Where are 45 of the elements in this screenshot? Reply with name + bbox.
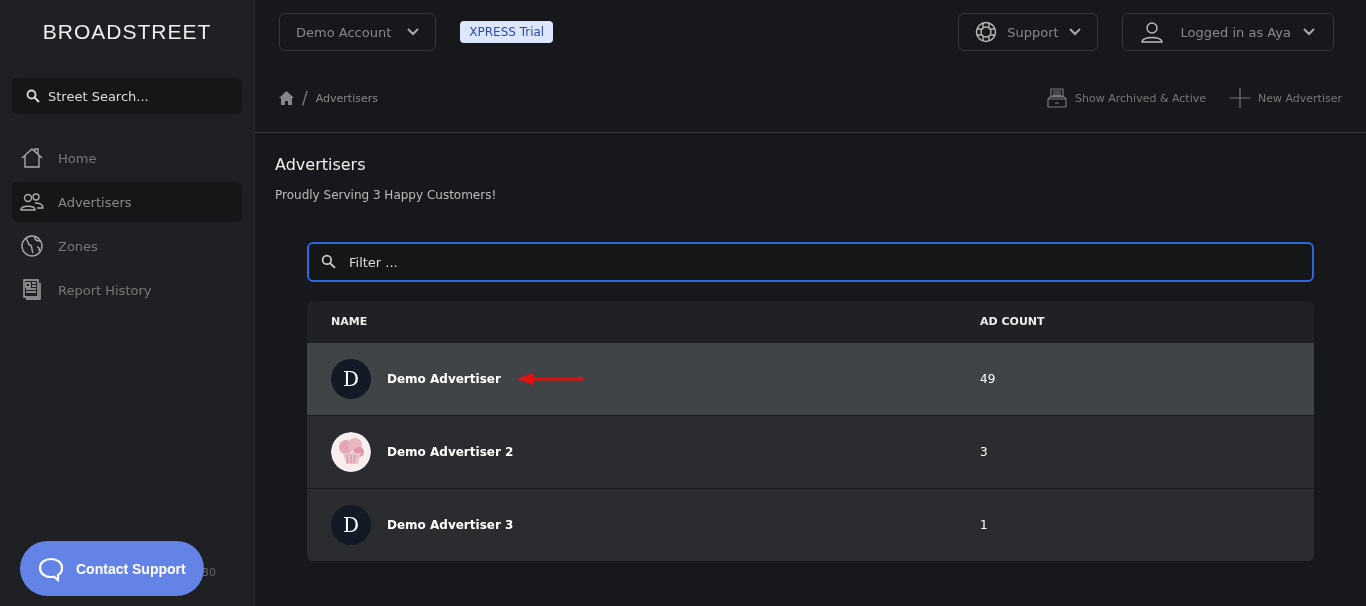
column-header: NAME xyxy=(330,315,369,328)
chevron-down-icon xyxy=(1068,28,1081,36)
archive-tray-icon xyxy=(1047,88,1068,108)
home-icon[interactable] xyxy=(279,91,294,105)
people-icon xyxy=(20,190,44,214)
advertiser-name[interactable]: Demo Advertiser 3 xyxy=(387,518,514,532)
new-advertiser-button[interactable]: New Advertiser xyxy=(1230,88,1342,108)
chevron-down-icon xyxy=(407,28,420,36)
sidebar-item[interactable]: Advertisers xyxy=(12,182,242,222)
avatar: D xyxy=(331,505,371,545)
chevron-down-icon xyxy=(1303,28,1315,36)
table-cell: 3 xyxy=(980,445,988,459)
support-dropdown[interactable]: Support xyxy=(958,13,1098,51)
table-cell: 1 xyxy=(980,518,988,532)
user-dropdown[interactable]: Logged in as Aya xyxy=(1121,13,1334,51)
breadcrumb-link[interactable]: Advertisers xyxy=(315,91,378,105)
sidebar-item[interactable]: Home xyxy=(12,138,242,178)
newspaper-icon xyxy=(20,278,44,302)
page-subtitle: Proudly Serving 3 Happy Customers! xyxy=(275,188,498,202)
page-title: Advertisers xyxy=(275,155,367,174)
show-archived-button[interactable]: Show Archived & Active xyxy=(1047,88,1206,108)
table-row[interactable]: D Demo Advertiser 3 1 xyxy=(307,488,1314,561)
search-field[interactable]: Street Search... xyxy=(12,78,242,114)
table-row[interactable]: D Demo Advertiser 49 xyxy=(307,342,1314,415)
chat-bubble-icon xyxy=(38,555,64,582)
column-header: AD COUNT xyxy=(980,315,1045,328)
version-text: 30 xyxy=(202,566,216,579)
advertiser-name[interactable]: Demo Advertiser xyxy=(387,372,501,386)
trial-badge: XPRESS Trial xyxy=(460,21,554,43)
sidebar-item[interactable]: Report History xyxy=(12,270,242,310)
contact-support-button[interactable]: Contact Support xyxy=(20,541,204,596)
globe-icon xyxy=(20,234,44,258)
breadcrumb-separator: / xyxy=(302,88,308,108)
home-icon xyxy=(20,146,44,170)
sidebar-item[interactable]: Zones xyxy=(12,226,242,266)
user-icon xyxy=(1140,21,1163,43)
table-row[interactable]: Demo Advertiser 2 3 xyxy=(307,415,1314,488)
plus-icon xyxy=(1230,88,1250,108)
account-dropdown[interactable]: Demo Account xyxy=(279,13,437,51)
table-cell: 49 xyxy=(980,372,996,386)
logo: BROADSTREET xyxy=(42,20,212,44)
avatar: D xyxy=(331,359,371,399)
lifebuoy-icon xyxy=(975,21,998,43)
advertiser-name[interactable]: Demo Advertiser 2 xyxy=(387,445,514,459)
filter-field[interactable]: Filter ... xyxy=(307,242,1314,282)
